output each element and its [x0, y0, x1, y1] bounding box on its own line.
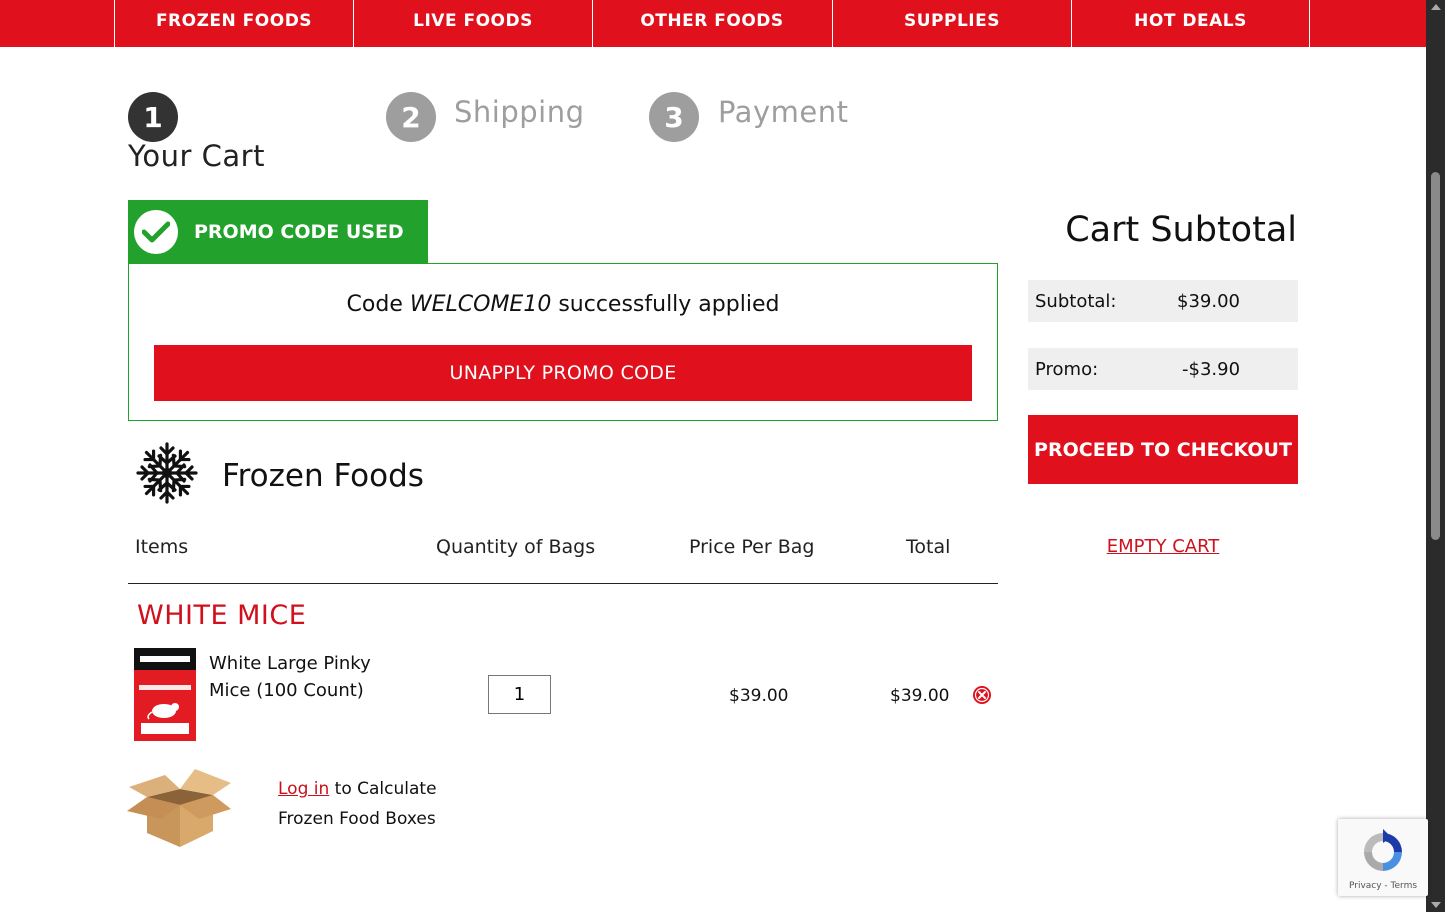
section-title: Frozen Foods	[222, 458, 424, 494]
recaptcha-links[interactable]: Privacy - Terms	[1338, 881, 1428, 891]
nav-tab-supplies[interactable]: SUPPLIES	[832, 0, 1071, 47]
promo-header-label: PROMO CODE USED	[194, 221, 404, 243]
nav-tab-hot-deals[interactable]: HOT DEALS	[1071, 0, 1310, 47]
promo-label: Promo:	[1035, 359, 1099, 380]
step-1-label: Your Cart	[128, 139, 265, 173]
top-nav: FROZEN FOODS LIVE FOODS OTHER FOODS SUPP…	[0, 0, 1426, 47]
group-title: WHITE MICE	[137, 600, 307, 631]
recaptcha-badge[interactable]: Privacy - Terms	[1338, 819, 1428, 896]
step-2-label: Shipping	[454, 95, 585, 129]
promo-message-prefix: Code	[346, 292, 403, 317]
scroll-up-icon[interactable]	[1431, 4, 1441, 10]
unapply-promo-button[interactable]: UNAPPLY PROMO CODE	[154, 345, 972, 401]
column-total: Total	[906, 536, 951, 558]
quantity-input[interactable]	[488, 675, 551, 714]
subtotal-value: $39.00	[1177, 291, 1240, 312]
nav-tab-live-foods[interactable]: LIVE FOODS	[353, 0, 592, 47]
price-per-bag: $39.00	[729, 686, 789, 706]
check-icon	[134, 210, 178, 254]
promo-header: PROMO CODE USED	[128, 200, 428, 264]
login-text-2: Frozen Food Boxes	[278, 809, 436, 829]
empty-cart-link[interactable]: EMPTY CART	[1028, 536, 1298, 557]
nav-tab-frozen-foods[interactable]: FROZEN FOODS	[114, 0, 353, 47]
scroll-down-icon[interactable]	[1431, 902, 1441, 908]
step-1-number: 1	[128, 92, 178, 142]
subtotal-row: Subtotal: $39.00	[1028, 280, 1298, 322]
nav-tab-other-foods[interactable]: OTHER FOODS	[592, 0, 831, 47]
snowflake-icon	[136, 442, 198, 504]
subtotal-label: Subtotal:	[1035, 291, 1117, 312]
proceed-to-checkout-button[interactable]: PROCEED TO CHECKOUT	[1028, 415, 1298, 484]
table-divider	[128, 583, 998, 584]
login-link[interactable]: Log in	[278, 779, 329, 799]
promo-code: WELCOME10	[409, 292, 552, 317]
promo-value: -$3.90	[1182, 359, 1241, 380]
scrollbar[interactable]	[1426, 0, 1445, 912]
column-quantity: Quantity of Bags	[436, 536, 596, 558]
scroll-thumb[interactable]	[1431, 172, 1440, 540]
cart-subtotal-title: Cart Subtotal	[1065, 210, 1297, 250]
login-text-1: to Calculate	[334, 779, 437, 799]
promo-row: Promo: -$3.90	[1028, 348, 1298, 390]
step-3-label: Payment	[718, 95, 849, 129]
promo-box: Code WELCOME10 successfully applied UNAP…	[128, 263, 998, 421]
step-2-number: 2	[386, 92, 436, 142]
column-items: Items	[135, 536, 189, 558]
column-price: Price Per Bag	[689, 536, 815, 558]
remove-item-icon[interactable]	[972, 685, 992, 705]
promo-message: Code WELCOME10 successfully applied	[129, 292, 997, 317]
step-3-number: 3	[649, 92, 699, 142]
product-image[interactable]	[134, 648, 196, 741]
item-total: $39.00	[890, 686, 950, 706]
promo-message-suffix: successfully applied	[558, 292, 780, 317]
product-name[interactable]: White Large Pinky Mice (100 Count)	[209, 650, 409, 704]
box-icon	[127, 769, 231, 847]
login-prompt: Log in to Calculate Frozen Food Boxes	[278, 774, 437, 834]
recaptcha-icon	[1364, 829, 1402, 871]
